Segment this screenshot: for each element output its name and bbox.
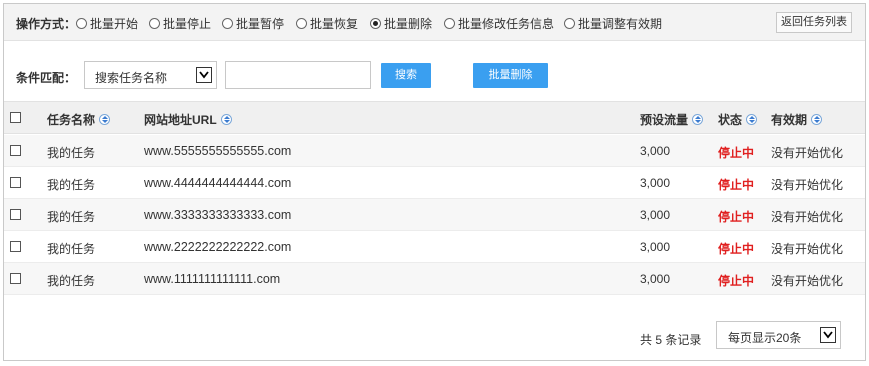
radio-bulk-edit-info[interactable]: 批量修改任务信息 [444, 15, 554, 32]
radio-icon [76, 18, 87, 29]
radio-bulk-pause[interactable]: 批量暂停 [222, 15, 284, 32]
bulk-delete-button[interactable]: 批量删除 [473, 63, 548, 88]
task-url: www.3333333333333.com [144, 208, 292, 222]
task-validity: 没有开始优化 [771, 178, 844, 192]
operation-bar: 操作方式： 批量开始 批量停止 批量暂停 批量恢复 批量删除 批量修改任务信息 … [4, 4, 865, 41]
column-header-label: 有效期 [771, 113, 808, 127]
search-button[interactable]: 搜索 [381, 63, 431, 88]
column-header-label: 任务名称 [47, 113, 96, 127]
radio-bulk-stop[interactable]: 批量停止 [149, 15, 211, 32]
row-checkbox[interactable] [10, 273, 21, 284]
sort-icon[interactable] [746, 114, 758, 125]
radio-label: 批量暂停 [236, 17, 285, 31]
column-header-name[interactable]: 任务名称 [47, 111, 111, 128]
task-url: www.2222222222222.com [144, 240, 292, 254]
task-traffic: 3,000 [640, 144, 671, 158]
task-validity: 没有开始优化 [771, 242, 844, 256]
table-row[interactable]: 我的任务 www.2222222222222.com 3,000 停止中 没有开… [4, 231, 865, 263]
page-size-select[interactable]: 每页显示20条 [716, 321, 841, 349]
row-checkbox[interactable] [10, 145, 21, 156]
status-badge: 停止中 [718, 146, 755, 160]
radio-label: 批量停止 [163, 17, 212, 31]
total-records: 共 5 条记录 [640, 333, 702, 347]
column-header-traffic[interactable]: 预设流量 [640, 111, 704, 128]
status-badge: 停止中 [718, 210, 755, 224]
radio-icon [444, 18, 455, 29]
radio-bulk-delete[interactable]: 批量删除 [370, 15, 432, 32]
radio-bulk-adjust-validity[interactable]: 批量调整有效期 [564, 15, 662, 32]
radio-label: 批量恢复 [310, 17, 359, 31]
sort-icon[interactable] [99, 114, 111, 125]
table-header: 任务名称 网站地址URL 预设流量 状态 有效期 [4, 101, 865, 134]
column-header-status[interactable]: 状态 [718, 111, 758, 128]
filter-label: 条件匹配： [16, 71, 77, 85]
operation-label: 操作方式： [16, 17, 77, 31]
table-row[interactable]: 我的任务 www.1111111111111.com 3,000 停止中 没有开… [4, 263, 865, 295]
column-header-label: 状态 [718, 113, 743, 127]
table-row[interactable]: 我的任务 www.4444444444444.com 3,000 停止中 没有开… [4, 167, 865, 199]
task-url: www.1111111111111.com [144, 272, 281, 286]
row-checkbox[interactable] [10, 177, 21, 188]
radio-icon [149, 18, 160, 29]
task-traffic: 3,000 [640, 176, 671, 190]
radio-label: 批量删除 [384, 17, 433, 31]
task-traffic: 3,000 [640, 240, 671, 254]
task-name: 我的任务 [47, 242, 96, 256]
radio-label: 批量修改任务信息 [458, 17, 555, 31]
sort-icon[interactable] [220, 114, 232, 125]
task-validity: 没有开始优化 [771, 210, 844, 224]
task-traffic: 3,000 [640, 208, 671, 222]
column-header-label: 网站地址URL [144, 113, 217, 127]
filter-select-value: 搜索任务名称 [95, 71, 168, 85]
sort-icon[interactable] [811, 114, 823, 125]
table-row[interactable]: 我的任务 www.3333333333333.com 3,000 停止中 没有开… [4, 199, 865, 231]
back-to-task-list-button[interactable]: 返回任务列表 [776, 12, 852, 33]
radio-icon [370, 18, 381, 29]
radio-bulk-start[interactable]: 批量开始 [76, 15, 138, 32]
page-size-value: 每页显示20条 [728, 331, 802, 345]
column-header-url[interactable]: 网站地址URL [144, 111, 232, 128]
filter-select[interactable]: 搜索任务名称 [84, 61, 217, 89]
status-badge: 停止中 [718, 178, 755, 192]
task-name: 我的任务 [47, 178, 96, 192]
task-validity: 没有开始优化 [771, 146, 844, 160]
column-header-validity[interactable]: 有效期 [771, 111, 823, 128]
radio-icon [564, 18, 575, 29]
table-body: 我的任务 www.5555555555555.com 3,000 停止中 没有开… [4, 135, 865, 295]
chevron-down-icon [820, 327, 836, 343]
task-name: 我的任务 [47, 146, 96, 160]
radio-icon [222, 18, 233, 29]
radio-icon [296, 18, 307, 29]
radio-bulk-resume[interactable]: 批量恢复 [296, 15, 358, 32]
status-badge: 停止中 [718, 274, 755, 288]
radio-label: 批量调整有效期 [578, 17, 663, 31]
sort-icon[interactable] [692, 114, 704, 125]
task-name: 我的任务 [47, 210, 96, 224]
search-input[interactable] [225, 61, 371, 89]
status-badge: 停止中 [718, 242, 755, 256]
table-row[interactable]: 我的任务 www.5555555555555.com 3,000 停止中 没有开… [4, 135, 865, 167]
select-all-checkbox[interactable] [10, 112, 21, 123]
task-name: 我的任务 [47, 274, 96, 288]
row-checkbox[interactable] [10, 209, 21, 220]
task-url: www.5555555555555.com [144, 144, 292, 158]
row-checkbox[interactable] [10, 241, 21, 252]
radio-label: 批量开始 [90, 17, 139, 31]
task-validity: 没有开始优化 [771, 274, 844, 288]
task-panel: 操作方式： 批量开始 批量停止 批量暂停 批量恢复 批量删除 批量修改任务信息 … [3, 3, 866, 361]
chevron-down-icon [196, 67, 212, 83]
task-traffic: 3,000 [640, 272, 671, 286]
column-header-label: 预设流量 [640, 113, 689, 127]
task-url: www.4444444444444.com [144, 176, 292, 190]
